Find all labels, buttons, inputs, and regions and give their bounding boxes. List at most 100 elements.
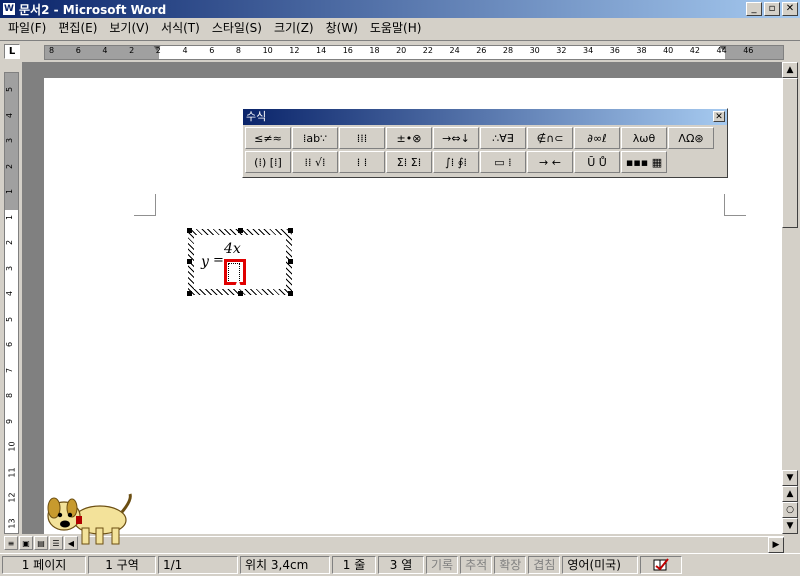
resize-handle[interactable] xyxy=(288,259,293,264)
menu-help[interactable]: 도움말(H) xyxy=(364,19,428,37)
resize-handle[interactable] xyxy=(187,291,192,296)
embellishments-button[interactable]: ⁞⁞⁞ xyxy=(339,127,385,149)
vruler-tick-label: 2 xyxy=(5,239,15,246)
ruler-tick-label: 34 xyxy=(583,46,594,55)
horizontal-ruler[interactable]: 8 6 4 2 2 4 6 8 10 12 14 16 18 20 22 24 26 28 30 32 34 36 38 40… xyxy=(44,45,784,60)
book-check-icon xyxy=(653,557,670,570)
fence-templates-button[interactable]: (⁞) [⁞] xyxy=(245,151,291,173)
scroll-up-button[interactable]: ▲ xyxy=(782,62,798,78)
equation-equals: = xyxy=(213,253,224,268)
vruler-tick-label: 9 xyxy=(5,418,15,424)
menu-format[interactable]: 서식(T) xyxy=(155,19,206,37)
status-language[interactable]: 영어(미국) xyxy=(562,555,639,574)
vruler-tick-label: 1 xyxy=(5,188,15,195)
resize-handle[interactable] xyxy=(288,228,293,233)
ruler-tick-label: 10 xyxy=(262,46,273,55)
window-title: 문서2 - Microsoft Word xyxy=(19,2,167,17)
close-button[interactable]: ✕ xyxy=(782,2,798,16)
vruler-tick-label: 4 xyxy=(5,290,15,297)
ruler-tick-label: 8 xyxy=(235,46,241,55)
greek-lowercase-button[interactable]: λωθ xyxy=(621,127,667,149)
resize-handle[interactable] xyxy=(187,228,192,233)
menu-file[interactable]: 파일(F) xyxy=(2,19,52,37)
greek-uppercase-button[interactable]: ΛΩ⊛ xyxy=(668,127,714,149)
menu-edit[interactable]: 편집(E) xyxy=(52,19,103,37)
menu-window[interactable]: 창(W) xyxy=(320,19,364,37)
status-column: 3 열 xyxy=(378,555,424,574)
equation-toolbar-title-text: 수식 xyxy=(246,110,267,123)
ruler-tick-label: 28 xyxy=(502,46,514,55)
horizontal-scrollbar[interactable]: ▶ xyxy=(88,536,784,553)
vertical-scrollbar[interactable]: ▲ ▼ ▲ ○ ▼ xyxy=(782,62,798,534)
menu-bar: 파일(F) 편집(E) 보기(V) 서식(T) 스타일(S) 크기(Z) 창(W… xyxy=(0,18,800,38)
ruler-tick-label: 4 xyxy=(102,46,108,55)
office-assistant-dog-icon[interactable] xyxy=(38,490,134,548)
equation-canvas[interactable]: y = 4x xyxy=(194,235,286,289)
restore-button[interactable]: ▫ xyxy=(764,2,780,16)
integral-templates-button[interactable]: ∫⁞ ∮⁞ xyxy=(433,151,479,173)
relational-symbols-button[interactable]: ≤≠≈ xyxy=(245,127,291,149)
vruler-tick-label: 3 xyxy=(5,265,15,271)
vruler-tick-label: 5 xyxy=(5,86,15,93)
vruler-tick-label: 2 xyxy=(5,163,15,169)
ruler-tick-label: 8 xyxy=(49,46,55,55)
menu-view[interactable]: 보기(V) xyxy=(103,19,155,37)
equation-toolbar-title[interactable]: 수식 ✕ xyxy=(243,109,727,125)
toolbar-templates-row: (⁞) [⁞] ⁞⁞ √⁞ ⁞ ⁞ Σ⁞ Σ⁞ ∫⁞ ∮⁞ ▭ ⁞ → ← Ū … xyxy=(243,149,727,173)
set-theory-button[interactable]: ∉∩⊂ xyxy=(527,127,573,149)
underbar-overbar-button[interactable]: ▭ ⁞ xyxy=(480,151,526,173)
ruler-tick-label: 18 xyxy=(369,46,380,55)
web-layout-button[interactable]: ▣ xyxy=(19,536,33,550)
arrow-symbols-button[interactable]: →⇔↓ xyxy=(433,127,479,149)
spaces-ellipses-button[interactable]: ⁞ab∵ xyxy=(292,127,338,149)
status-section: 1 구역 xyxy=(88,555,156,574)
menu-size[interactable]: 크기(Z) xyxy=(268,19,320,37)
ruler-tick-label: 30 xyxy=(529,46,540,55)
toolbar-close-button[interactable]: ✕ xyxy=(713,111,725,122)
scroll-right-button[interactable]: ▶ xyxy=(768,537,784,553)
resize-handle[interactable] xyxy=(238,228,243,233)
equation-lhs: y xyxy=(201,254,209,270)
mouse-cursor-icon xyxy=(234,279,242,289)
previous-page-button[interactable]: ▲ xyxy=(782,486,798,502)
products-set-theory-button[interactable]: Ū Ů xyxy=(574,151,620,173)
fraction-radical-button[interactable]: ⁞⁞ √⁞ xyxy=(292,151,338,173)
status-extend[interactable]: 확장 xyxy=(494,555,527,574)
word-app-icon[interactable]: W xyxy=(2,2,16,16)
misc-symbols-button[interactable]: ∂∞ℓ xyxy=(574,127,620,149)
status-page: 1 페이지 xyxy=(2,555,86,574)
ruler-tick-label: 16 xyxy=(342,46,353,55)
ruler-tick-label: 46 xyxy=(743,46,754,55)
resize-handle[interactable] xyxy=(238,291,243,296)
subscript-superscript-button[interactable]: ⁞ ⁞ xyxy=(339,151,385,173)
vertical-ruler[interactable]: 5 4 3 2 1 1 2 3 4 5 6 7 8 9 10 11 12 13 xyxy=(4,72,19,534)
normal-view-button[interactable]: ≡ xyxy=(4,536,18,550)
status-record[interactable]: 기록 xyxy=(426,555,459,574)
browse-object-button[interactable]: ○ xyxy=(782,502,798,518)
resize-handle[interactable] xyxy=(187,259,192,264)
matrix-templates-button[interactable]: ▪▪▪ ▦ xyxy=(621,151,667,173)
ruler-tick-label: 22 xyxy=(422,46,433,55)
menu-style[interactable]: 스타일(S) xyxy=(206,19,268,37)
labeled-arrow-button[interactable]: → ← xyxy=(527,151,573,173)
status-bar: 1 페이지 1 구역 1/1 위치 3,4cm 1 줄 3 열 기록 추적 확장… xyxy=(0,553,800,575)
status-track-changes[interactable]: 추적 xyxy=(460,555,493,574)
ruler-tick-label: 42 xyxy=(689,46,700,55)
spell-check-icon[interactable] xyxy=(640,555,683,574)
equation-object[interactable]: y = 4x xyxy=(187,228,293,296)
vertical-scroll-thumb[interactable] xyxy=(782,78,798,228)
next-page-button[interactable]: ▼ xyxy=(782,518,798,534)
resize-handle[interactable] xyxy=(288,291,293,296)
minimize-button[interactable]: _ xyxy=(746,2,762,16)
ruler-tick-label: 40 xyxy=(663,46,674,55)
tab-selector-button[interactable]: L xyxy=(4,44,20,59)
margin-corner-mark xyxy=(724,194,746,216)
vruler-tick-label: 6 xyxy=(5,341,15,348)
status-overtype[interactable]: 겹침 xyxy=(528,555,561,574)
logical-symbols-button[interactable]: ∴∀∃ xyxy=(480,127,526,149)
equation-toolbar: 수식 ✕ ≤≠≈ ⁞ab∵ ⁞⁞⁞ ±•⊗ →⇔↓ ∴∀∃ ∉∩⊂ ∂∞ℓ λω… xyxy=(242,108,728,178)
operator-symbols-button[interactable]: ±•⊗ xyxy=(386,127,432,149)
margin-corner-mark xyxy=(134,194,156,216)
summation-templates-button[interactable]: Σ⁞ Σ⁞ xyxy=(386,151,432,173)
scroll-down-button[interactable]: ▼ xyxy=(782,470,798,486)
